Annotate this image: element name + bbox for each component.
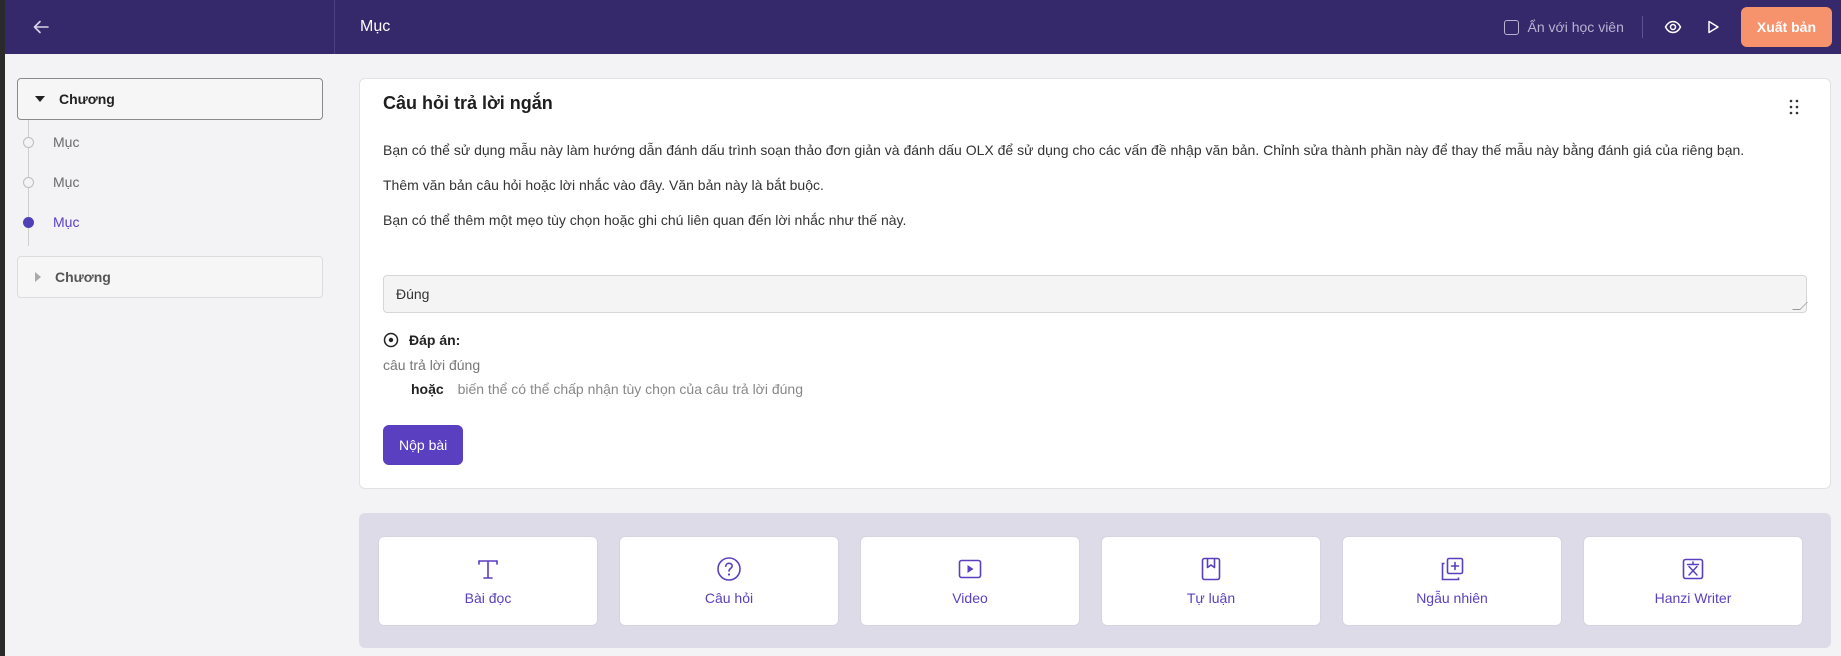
caret-down-icon bbox=[35, 96, 45, 102]
play-icon bbox=[1708, 20, 1719, 34]
arrow-left-icon bbox=[33, 20, 49, 34]
hide-from-learners-label: Ẩn với học viên bbox=[1527, 19, 1624, 35]
submit-button[interactable]: Nộp bài bbox=[383, 425, 464, 465]
add-text-button[interactable]: Bài đọc bbox=[378, 536, 598, 626]
translate-icon bbox=[1682, 558, 1704, 580]
unit-label: Mục bbox=[53, 214, 80, 230]
video-icon bbox=[958, 559, 982, 579]
component-menu-button[interactable] bbox=[1784, 95, 1804, 119]
more-vertical-icon bbox=[1789, 99, 1799, 115]
tile-label: Ngẫu nhiên bbox=[1416, 590, 1488, 606]
alternative-answer-text: biến thể có thể chấp nhận tùy chọn của c… bbox=[457, 381, 803, 397]
top-bar: Mục Ẩn với học viên Xuất bản bbox=[5, 0, 1841, 54]
unit-item-3-active[interactable]: Mục bbox=[17, 202, 323, 242]
answer-heading: Đáp án: bbox=[383, 332, 460, 348]
chapter-1-header[interactable]: Chương bbox=[17, 78, 323, 120]
tile-label: Bài đọc bbox=[464, 590, 512, 606]
hide-from-learners-toggle[interactable]: Ẩn với học viên bbox=[1503, 19, 1624, 35]
unit-item-2[interactable]: Mục bbox=[17, 162, 323, 202]
chapter-2-header[interactable]: Chương bbox=[17, 256, 323, 298]
course-outline: Chương Mục Mục Mục Chương bbox=[17, 78, 323, 298]
hide-from-learners-checkbox[interactable] bbox=[1503, 19, 1519, 35]
or-label: hoặc bbox=[411, 381, 444, 397]
unit-dot-icon bbox=[23, 137, 34, 148]
answer-textarea[interactable]: Đúng bbox=[383, 275, 1808, 313]
publish-button[interactable]: Xuất bản bbox=[1740, 7, 1832, 47]
add-problem-button[interactable]: Câu hỏi bbox=[619, 536, 839, 626]
chapter-1-units: Mục Mục Mục bbox=[17, 120, 323, 246]
question-prompt: Thêm văn bản câu hỏi hoặc lời nhắc vào đ… bbox=[383, 177, 824, 193]
tile-label: Hanzi Writer bbox=[1654, 590, 1732, 606]
unit-label: Mục bbox=[53, 134, 80, 150]
eye-icon bbox=[1664, 20, 1682, 34]
add-hanzi-writer-button[interactable]: Hanzi Writer bbox=[1583, 536, 1803, 626]
add-open-response-button[interactable]: Tự luận bbox=[1101, 536, 1321, 626]
page-title: Mục bbox=[360, 18, 391, 35]
bookmark-icon bbox=[1201, 557, 1221, 581]
chapter-2-label: Chương bbox=[55, 269, 111, 285]
library-icon bbox=[1441, 557, 1464, 581]
unit-label: Mục bbox=[53, 174, 80, 190]
window-edge bbox=[0, 0, 5, 656]
tile-label: Tự luận bbox=[1186, 590, 1236, 606]
chapter-1-label: Chương bbox=[59, 91, 115, 107]
answer-textarea-value: Đúng bbox=[396, 286, 430, 302]
preview-button[interactable] bbox=[1653, 7, 1693, 47]
unit-dot-icon bbox=[23, 177, 34, 188]
question-icon bbox=[717, 557, 741, 581]
toolbar-divider bbox=[1641, 16, 1643, 38]
resize-handle-icon[interactable] bbox=[1792, 302, 1808, 310]
unit-item-1[interactable]: Mục bbox=[17, 122, 323, 162]
question-hint: Bạn có thể thêm một mẹo tùy chọn hoặc gh… bbox=[383, 212, 907, 228]
add-component-panel: Bài đọc Câu hỏi Video Tự luận Ngẫu nhiên bbox=[359, 513, 1831, 648]
question-body: Bạn có thể sử dụng mẫu này làm hướng dẫn… bbox=[383, 139, 1803, 246]
tile-label: Câu hỏi bbox=[704, 590, 754, 606]
component-title: Câu hỏi trả lời ngắn bbox=[383, 93, 553, 113]
question-component-card: Câu hỏi trả lời ngắn Bạn có thể sử dụng … bbox=[359, 78, 1831, 489]
add-video-button[interactable]: Video bbox=[860, 536, 1080, 626]
text-icon bbox=[478, 560, 498, 579]
add-random-button[interactable]: Ngẫu nhiên bbox=[1342, 536, 1562, 626]
alternative-answer: hoặc biến thể có thể chấp nhận tùy chọn … bbox=[411, 381, 803, 397]
play-button[interactable] bbox=[1693, 7, 1733, 47]
back-area bbox=[5, 0, 335, 54]
caret-right-icon bbox=[35, 272, 41, 282]
answer-label: Đáp án: bbox=[409, 332, 461, 348]
unit-dot-icon bbox=[23, 217, 34, 228]
back-button[interactable] bbox=[27, 13, 55, 41]
eye-circle-icon bbox=[383, 332, 399, 348]
question-intro: Bạn có thể sử dụng mẫu này làm hướng dẫn… bbox=[383, 142, 1745, 158]
correct-answer-text: câu trả lời đúng bbox=[383, 357, 481, 373]
tile-label: Video bbox=[952, 590, 988, 606]
